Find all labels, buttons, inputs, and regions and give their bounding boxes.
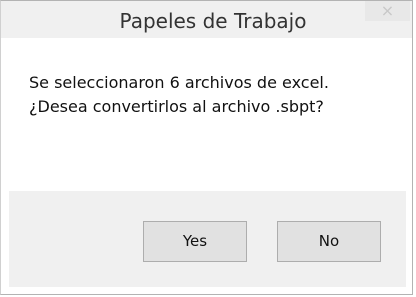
window-title: Papeles de Trabajo (119, 9, 307, 33)
close-icon[interactable]: × (365, 1, 410, 21)
message-line-2: ¿Desea convertirlos al archivo .sbpt? (29, 97, 324, 116)
button-footer: Yes No (9, 191, 406, 287)
yes-button[interactable]: Yes (143, 221, 247, 262)
message-line-1: Se seleccionaron 6 archivos de excel. (29, 73, 329, 92)
dialog-window: Papeles de Trabajo × Se seleccionaron 6 … (0, 0, 413, 295)
no-button[interactable]: No (277, 221, 381, 262)
title-bar: Papeles de Trabajo × (1, 1, 412, 38)
